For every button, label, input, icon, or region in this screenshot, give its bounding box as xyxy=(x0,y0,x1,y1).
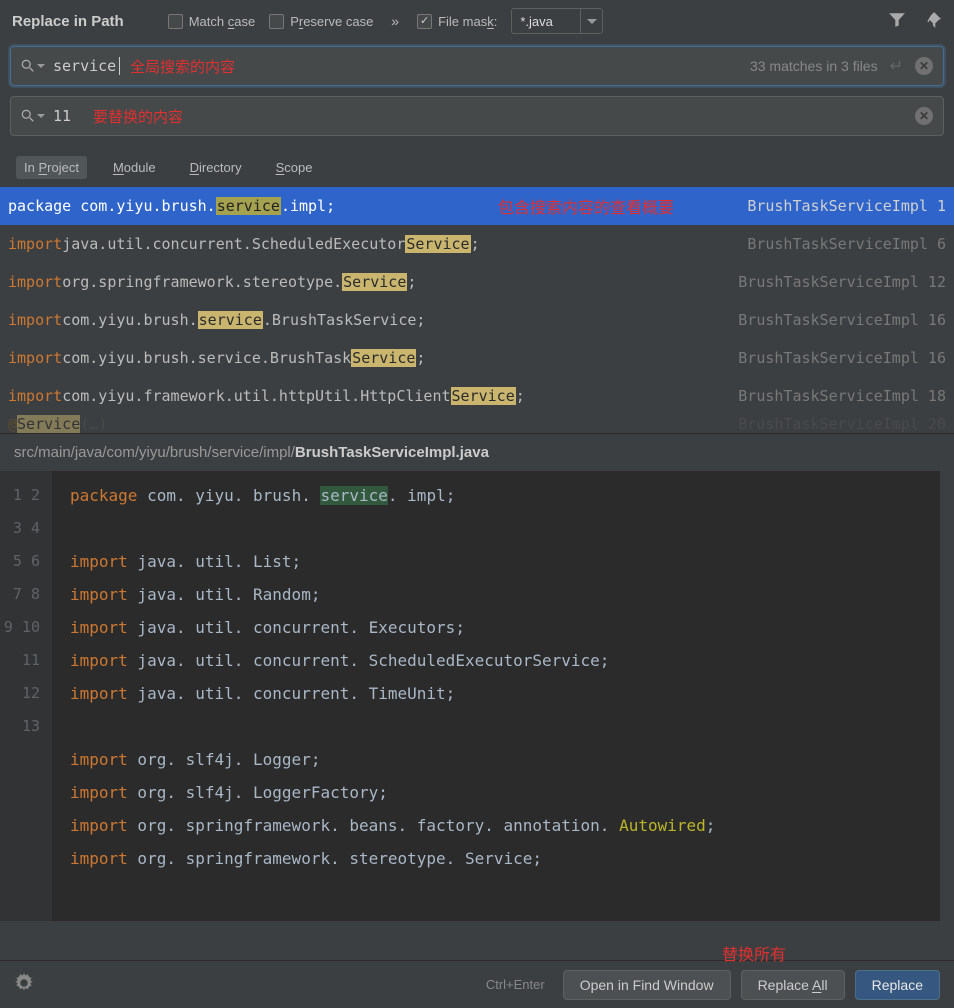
result-row[interactable]: package com.yiyu.brush.service.impl;包含搜索… xyxy=(0,187,954,225)
clear-search-button[interactable]: ✕ xyxy=(915,57,933,75)
match-count: 33 matches in 3 files xyxy=(750,58,878,74)
annotation-replace-all: 替换所有 xyxy=(722,941,786,965)
pin-icon[interactable] xyxy=(924,11,942,32)
result-row[interactable]: import com.yiyu.brush.service.BrushTaskS… xyxy=(0,301,954,339)
text-cursor xyxy=(119,57,120,75)
file-name: BrushTaskServiceImpl.java xyxy=(295,444,489,461)
replace-input[interactable] xyxy=(53,107,83,125)
gear-icon[interactable] xyxy=(14,973,34,996)
preview-editor[interactable]: 1 2 3 4 5 6 7 8 9 10 11 12 13 package co… xyxy=(0,471,954,921)
tab-module[interactable]: Module xyxy=(105,156,164,179)
annotation-results: 包含搜索内容的查看概要 xyxy=(498,194,674,218)
replace-button[interactable]: Replace xyxy=(855,970,940,1000)
editor-scrollbar[interactable] xyxy=(940,471,954,921)
file-mask-checkbox[interactable]: File mask: xyxy=(417,14,497,29)
header: Replace in Path Match case Preserve case… xyxy=(0,0,954,46)
annotation-replace: 要替换的内容 xyxy=(93,106,183,127)
results-list: package com.yiyu.brush.service.impl;包含搜索… xyxy=(0,187,954,415)
file-mask-combo[interactable] xyxy=(511,8,603,34)
checkbox-box xyxy=(417,14,432,29)
tab-directory[interactable]: Directory xyxy=(182,156,250,179)
filter-icon[interactable] xyxy=(888,11,906,32)
file-path-bar: src/main/java/com/yiyu/brush/service/imp… xyxy=(0,433,954,471)
result-location: BrushTaskServiceImpl 18 xyxy=(738,387,946,405)
chevron-down-icon xyxy=(587,19,597,24)
tab-scope[interactable]: Scope xyxy=(268,156,321,179)
search-icon xyxy=(21,109,45,123)
result-row[interactable]: import java.util.concurrent.ScheduledExe… xyxy=(0,225,954,263)
preserve-case-checkbox[interactable]: Preserve case xyxy=(269,14,373,29)
result-row-partial: @Service(…)BrushTaskServiceImpl 20 xyxy=(0,415,954,433)
editor-gutter: 1 2 3 4 5 6 7 8 9 10 11 12 13 xyxy=(0,471,52,921)
checkbox-box xyxy=(168,14,183,29)
chevron-down-icon[interactable] xyxy=(37,114,45,118)
clear-replace-button[interactable]: ✕ xyxy=(915,107,933,125)
keyboard-hint: Ctrl+Enter xyxy=(486,977,545,992)
result-location: BrushTaskServiceImpl 1 xyxy=(747,197,946,215)
result-row[interactable]: import com.yiyu.brush.service.BrushTaskS… xyxy=(0,339,954,377)
replace-all-button[interactable]: Replace All xyxy=(741,970,845,1000)
dialog-title: Replace in Path xyxy=(12,13,124,30)
result-row[interactable]: import org.springframework.stereotype.Se… xyxy=(0,263,954,301)
replace-field[interactable]: 要替换的内容 ✕ xyxy=(10,96,944,136)
checkbox-box xyxy=(269,14,284,29)
search-field[interactable]: 全局搜索的内容 33 matches in 3 files ↵ ✕ xyxy=(10,46,944,86)
match-case-checkbox[interactable]: Match case xyxy=(168,14,255,29)
open-in-find-window-button[interactable]: Open in Find Window xyxy=(563,970,731,1000)
search-input[interactable] xyxy=(53,57,121,75)
result-location: BrushTaskServiceImpl 16 xyxy=(738,311,946,329)
annotation-search: 全局搜索的内容 xyxy=(130,56,235,77)
result-location: BrushTaskServiceImpl 16 xyxy=(738,349,946,367)
enter-icon: ↵ xyxy=(890,56,903,76)
file-mask-input[interactable] xyxy=(512,9,580,33)
tab-in-project[interactable]: In Project xyxy=(16,156,87,179)
scope-tabs: In Project Module Directory Scope xyxy=(0,150,954,187)
result-location: BrushTaskServiceImpl 6 xyxy=(747,235,946,253)
result-location: BrushTaskServiceImpl 12 xyxy=(738,273,946,291)
file-dir: src/main/java/com/yiyu/brush/service/imp… xyxy=(14,444,295,461)
footer: 替换所有 Ctrl+Enter Open in Find Window Repl… xyxy=(0,960,954,1008)
more-options-button[interactable]: » xyxy=(387,13,403,29)
chevron-down-icon[interactable] xyxy=(37,64,45,68)
editor-code[interactable]: package com. yiyu. brush. service. impl;… xyxy=(52,471,940,921)
file-mask-dropdown[interactable] xyxy=(580,9,602,33)
search-icon xyxy=(21,59,45,73)
result-row[interactable]: import com.yiyu.framework.util.httpUtil.… xyxy=(0,377,954,415)
